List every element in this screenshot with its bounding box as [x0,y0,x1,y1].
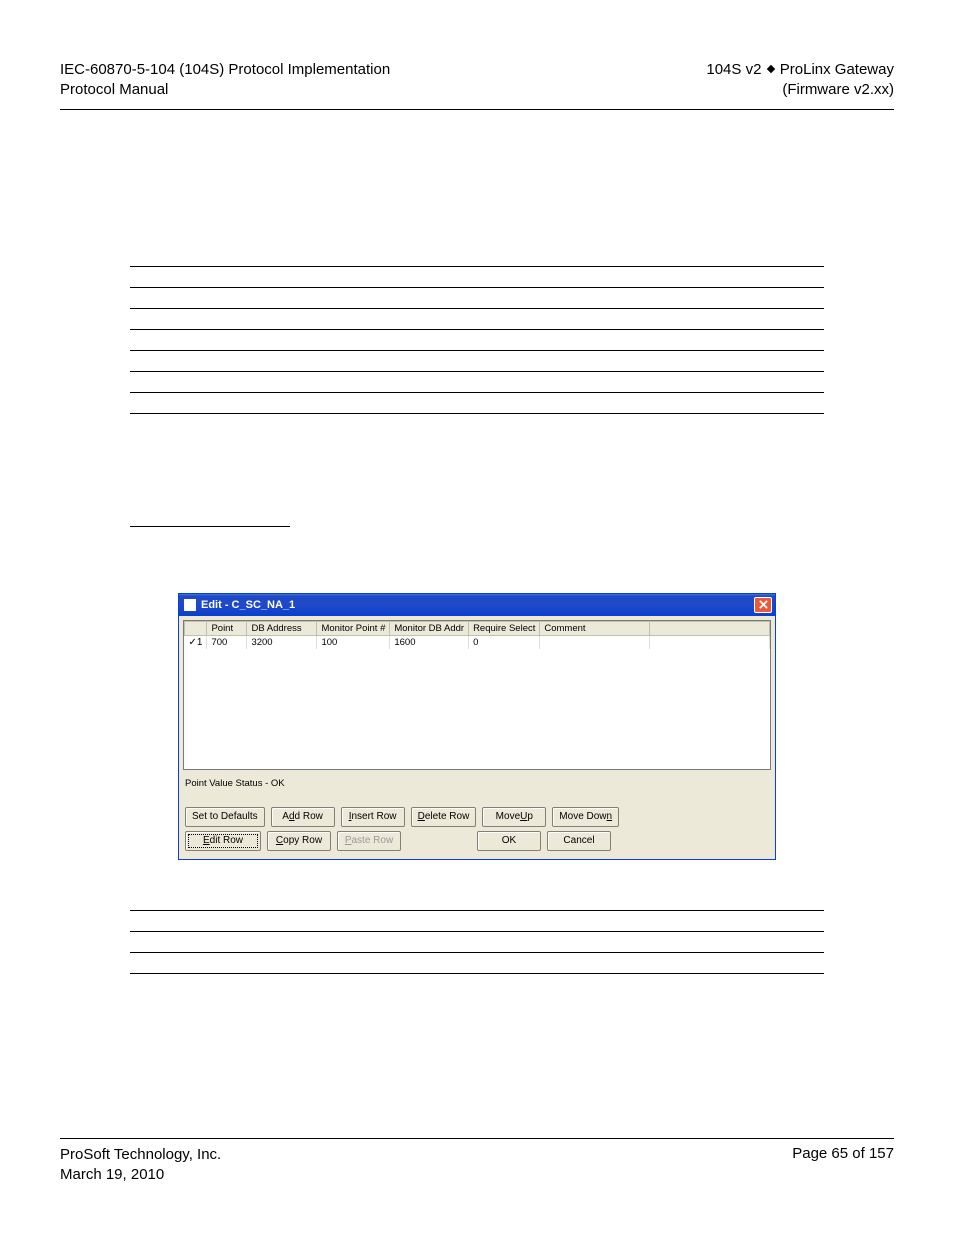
header-left-line1: IEC-60870-5-104 (104S) Protocol Implemen… [60,60,390,80]
status-text: Point Value Status - OK [185,778,769,789]
button-row-1: Set to Defaults Add Row Insert Row Delet… [185,807,769,827]
page-header: IEC-60870-5-104 (104S) Protocol Implemen… [60,60,894,110]
close-icon [759,600,768,609]
header-left: IEC-60870-5-104 (104S) Protocol Implemen… [60,60,390,101]
diamond-icon [766,64,774,72]
close-button[interactable] [754,597,772,613]
header-left-line2: Protocol Manual [60,80,390,100]
app-icon [184,599,196,611]
dialog-titlebar[interactable]: Edit - C_SC_NA_1 [179,594,775,616]
header-right-line2: (Firmware v2.xx) [706,80,894,100]
footer-company: ProSoft Technology, Inc. [60,1145,221,1165]
grid-col-dbaddr[interactable]: DB Address [247,621,317,635]
dialog-screenshot: Edit - C_SC_NA_1 Point DB Address [178,593,776,860]
section-heading: 3.6.8Control Data Transfer [130,502,824,522]
data-grid[interactable]: Point DB Address Monitor Point # Monitor… [183,620,771,770]
button-row-2: Edit Row Copy Row Paste Row OK Cancel [185,831,769,851]
dialog-title: Edit - C_SC_NA_1 [201,599,295,611]
add-row-button[interactable]: Add Row [271,807,335,827]
set-defaults-button[interactable]: Set to Defaults [185,807,265,827]
move-down-button[interactable]: Move Down [552,807,619,827]
grid-header-row: Point DB Address Monitor Point # Monitor… [185,621,770,635]
grid-cell-reqsel[interactable]: 0 [469,635,540,649]
grid-col-check[interactable] [185,621,207,635]
grid-col-point[interactable]: Point [207,621,247,635]
intro-paragraph: The following table describes the relati… [130,210,824,226]
header-right-line1: 104S v2 ProLinx Gateway [706,60,894,80]
grid-col-monpt[interactable]: Monitor Point # [317,621,390,635]
edit-row-button[interactable]: Edit Row [185,831,261,851]
ok-button[interactable]: OK [477,831,541,851]
section-rule [130,526,290,527]
insert-row-button[interactable]: Insert Row [341,807,405,827]
grid-col-reqsel[interactable]: Require Select [469,621,540,635]
section-paragraph: The control communication typically occu… [130,541,824,579]
grid-cell-mondb[interactable]: 1600 [390,635,469,649]
control-types-table [130,890,824,975]
grid-cell-monpt[interactable]: 100 [317,635,390,649]
copy-row-button[interactable]: Copy Row [267,831,331,851]
grid-col-comment[interactable]: Comment [540,621,650,635]
grid-cell-check[interactable]: ✓1 [185,635,207,649]
cancel-button[interactable]: Cancel [547,831,611,851]
grid-cell-dbaddr[interactable]: 3200 [247,635,317,649]
page-footer: ProSoft Technology, Inc. March 19, 2010 … [60,1138,894,1186]
delete-row-button[interactable]: Delete Row [411,807,477,827]
move-up-button[interactable]: Move Up [482,807,546,827]
grid-data-row[interactable]: ✓1 700 3200 100 1600 0 [185,635,770,649]
edit-dialog: Edit - C_SC_NA_1 Point DB Address [178,593,776,860]
asdu-group-table [130,246,824,415]
paste-row-button: Paste Row [337,831,401,851]
grid-cell-comment[interactable] [540,635,650,649]
footer-page: Page 65 of 157 [792,1145,894,1186]
grid-col-spare[interactable] [650,621,770,635]
footer-date: March 19, 2010 [60,1165,221,1185]
header-right: 104S v2 ProLinx Gateway (Firmware v2.xx) [706,60,894,101]
grid-col-mondb[interactable]: Monitor DB Addr [390,621,469,635]
grid-cell-point[interactable]: 700 [207,635,247,649]
